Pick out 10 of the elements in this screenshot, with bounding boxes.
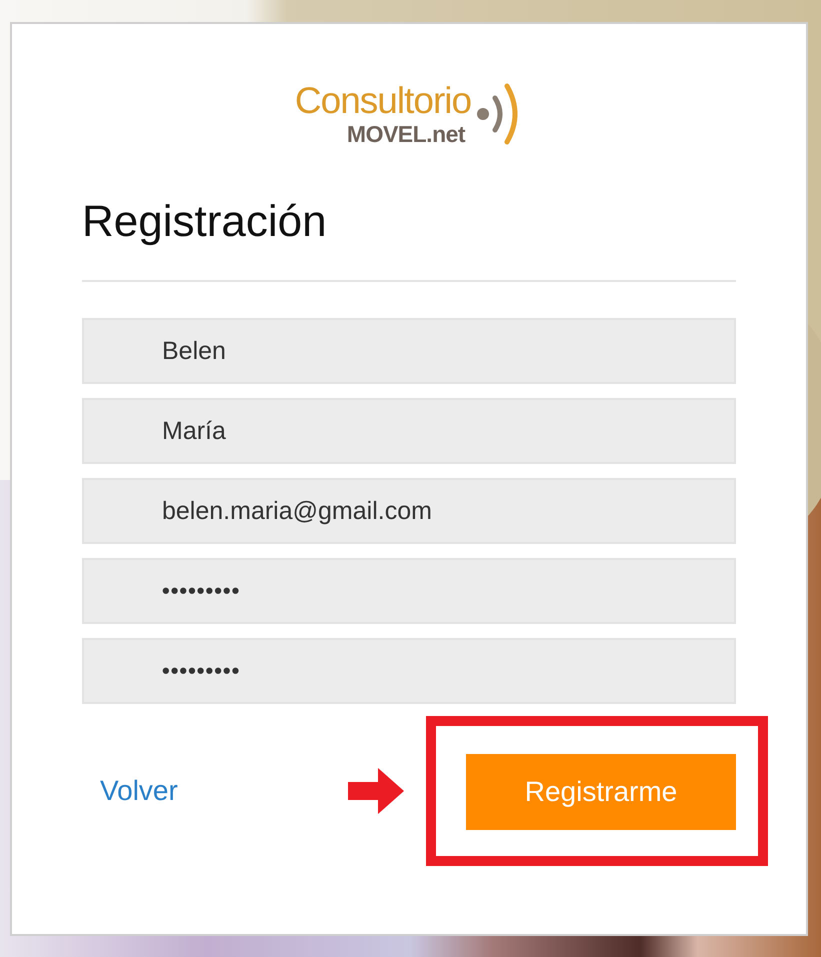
input-field[interactable]: María (82, 398, 736, 464)
logo-name: Consultorio (294, 81, 472, 121)
page-title: Registración (82, 196, 328, 248)
password-field[interactable]: ••••••••• (82, 558, 736, 624)
password-field[interactable]: ••••••••• (82, 638, 736, 704)
logo-suffix: MOVEL.net (346, 121, 466, 147)
back-link[interactable]: Volver (100, 775, 178, 807)
input-field[interactable]: Belen (82, 318, 736, 384)
arrow-icon (348, 768, 404, 814)
input-field[interactable]: belen.maria@gmail.com (82, 478, 736, 544)
